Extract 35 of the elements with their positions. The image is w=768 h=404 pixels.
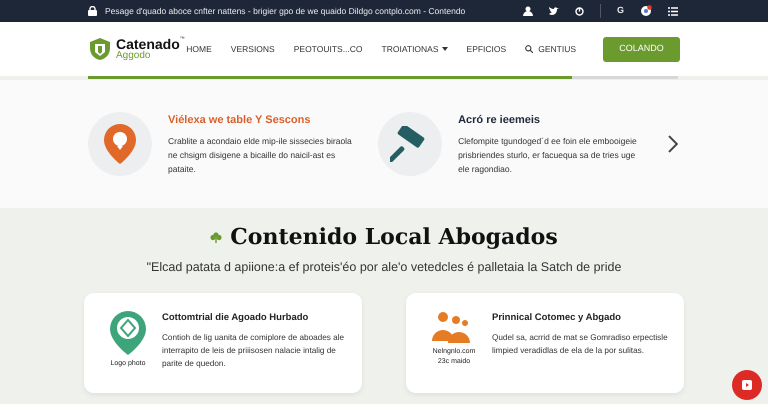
browser-icon[interactable] [640, 5, 652, 17]
nav-link[interactable]: EPFICIOS [466, 42, 506, 56]
announcement-text: Pesage d'quado aboce cnfter nattens - brigier gpo de we quaido Dildgo contplo.com - Contendo [105, 4, 466, 18]
brand-name: Catenado [116, 37, 180, 51]
map-pin-icon [110, 311, 146, 356]
brand-subtitle: Aggodo [116, 51, 152, 61]
clover-icon [210, 232, 222, 243]
card-description: Contioh de lig uanita de comiplore de aboades ale interrapito de leis de priiisosen nalacie intalig de parite de quedon. [162, 332, 346, 370]
chevron-right-icon[interactable] [668, 135, 678, 153]
section-subtitle: "Elcad patata d apiione:a ef proteis'éo por ale'o vetedcles é palletaia la Satch de pride [146, 259, 622, 276]
bird-icon[interactable] [548, 6, 559, 16]
caret-icon [442, 47, 448, 51]
feature-title: Viélexa we table Y Sescons [168, 113, 312, 128]
nav-link[interactable]: HOME [186, 42, 212, 56]
nav-link[interactable]: VERSIONS [230, 42, 275, 56]
nav-link[interactable]: PEOTOUITS...CO [294, 42, 363, 56]
card-description: Qudel sa, acrrid de mat se Gomradiso erpectisle limpied veradidlas de ela de la por sulitas. [492, 332, 669, 358]
nav-link[interactable]: TROIATIONAS [382, 42, 448, 56]
power-icon[interactable] [574, 6, 584, 16]
card-title: Prinnical Cotomec y Abgado [492, 311, 622, 326]
list-icon[interactable] [668, 6, 678, 16]
feature-description: Crablite a acondaio elde mip-ile sissecies biraola ne chsigm disigene a bicaille do naicil-ast es pataite. [168, 134, 353, 176]
lock-icon [88, 6, 97, 16]
person-icon[interactable] [522, 6, 533, 16]
feature-title: Acró re ieemeis [458, 113, 542, 128]
search-icon [525, 45, 534, 53]
video-button[interactable] [732, 370, 762, 400]
nav-link[interactable]: GENTIUS [525, 42, 576, 56]
map-pin-icon [104, 124, 136, 164]
feature-description: Clefompite tgundoged´d ee foin ele embooigeie prisbriendes sturlo, er facuequa sa de tries uge ele ragondiao. [458, 134, 638, 176]
social-link[interactable]: G [616, 4, 624, 18]
section-title: Contenido Local Abogados [230, 224, 558, 250]
card-title: Cottomtrial die Agoado Hurbado [162, 311, 310, 326]
brand-logo-icon [88, 37, 112, 61]
play-icon [742, 380, 752, 390]
